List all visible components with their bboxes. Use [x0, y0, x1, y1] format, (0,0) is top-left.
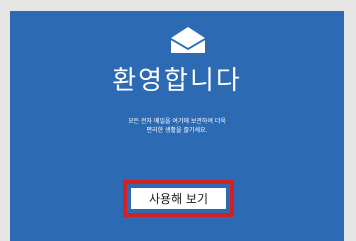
description-line-2: 편리한 생활을 즐기세요. — [146, 127, 208, 134]
get-started-button[interactable]: 사용해 보기 — [123, 180, 234, 217]
get-started-button-label[interactable]: 사용해 보기 — [131, 188, 226, 209]
window-frame: 환영합니다 모든 전자 메일을 여기에 보관하여 더욱 편리한 생활을 즐기세요… — [0, 0, 356, 241]
welcome-panel: 환영합니다 모든 전자 메일을 여기에 보관하여 더욱 편리한 생활을 즐기세요… — [10, 11, 344, 241]
welcome-title: 환영합니다 — [112, 66, 242, 96]
welcome-description: 모든 전자 메일을 여기에 보관하여 더욱 편리한 생활을 즐기세요. — [10, 117, 344, 135]
description-line-1: 모든 전자 메일을 여기에 보관하여 더욱 — [128, 118, 226, 125]
envelope-icon — [170, 27, 206, 53]
